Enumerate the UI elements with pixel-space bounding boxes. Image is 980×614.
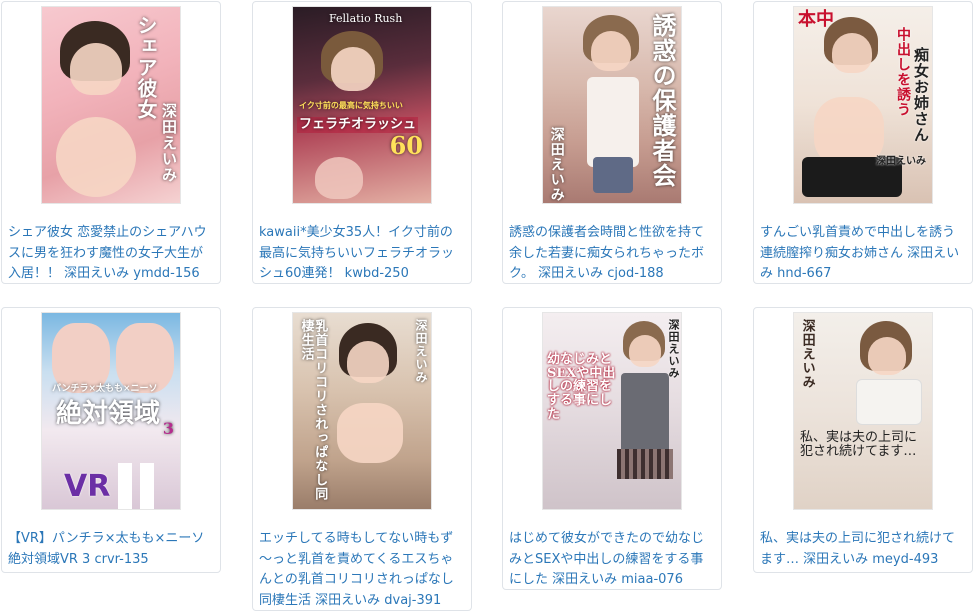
cover-image[interactable]: 幼なじみとSEXや中出しの練習をする事にした 深田えいみ	[542, 312, 682, 510]
cover-title: 誘惑の保護者会	[648, 13, 677, 188]
cover-title: 中出しを誘う	[895, 27, 911, 117]
video-card[interactable]: 誘惑の保護者会 深田えいみ 誘惑の保護者会時間と性欲を持て余した若妻に痴女られち…	[502, 1, 722, 284]
cover-subtitle: イク寸前の最高に気持ちいい	[299, 100, 403, 110]
cover-image[interactable]: 乳首コリコリされっぱなし同棲生活 深田えいみ	[292, 312, 432, 510]
cover-actress: 深田えいみ	[160, 103, 178, 183]
cover-title: 絶対領域	[56, 399, 161, 429]
video-card[interactable]: 本中 中出しを誘う 痴女お姉さん 深田えいみ すんごい乳首責めで中出しを誘う連続…	[753, 1, 973, 284]
cover-subtitle: 痴女お姉さん	[912, 47, 930, 143]
video-title-link[interactable]: はじめて彼女ができたので幼なじみとSEXや中出しの練習をする事にした 深田えいみ…	[509, 529, 715, 589]
cover-title: 私、実は夫の上司に犯され続けてます…	[800, 430, 918, 459]
video-card[interactable]: パンチラ×太もも×ニーソ 絶対領域 VR 3 【VR】パンチラ×太もも×ニーソ …	[1, 307, 221, 573]
cover-actress: 深田えいみ	[876, 156, 926, 167]
cover-image[interactable]: 本中 中出しを誘う 痴女お姉さん 深田えいみ	[793, 6, 933, 204]
cover-title: シェア彼女	[134, 15, 158, 120]
cover-actress: 深田えいみ	[548, 127, 565, 202]
cover-image[interactable]: パンチラ×太もも×ニーソ 絶対領域 VR 3	[41, 312, 181, 510]
video-title-link[interactable]: エッチしてる時もしてない時もず～っと乳首を責めてくるエスちゃんとの乳首コリコリさ…	[259, 529, 465, 610]
cover-volume: 3	[162, 419, 174, 438]
cover-brand: Fellatio Rush	[329, 12, 403, 25]
video-title-link[interactable]: すんごい乳首責めで中出しを誘う連続膣搾り痴女お姉さん 深田えいみ hnd-667	[760, 223, 966, 283]
cover-actress: 深田えいみ	[667, 319, 680, 379]
cover-actress: 深田えいみ	[799, 319, 815, 389]
cover-image[interactable]: Fellatio Rush イク寸前の最高に気持ちいい フェラチオラッシュ 60	[292, 6, 432, 204]
cover-image[interactable]: シェア彼女 深田えいみ	[41, 6, 181, 204]
video-title-link[interactable]: シェア彼女 恋愛禁止のシェアハウスに男を狂わす魔性の女子大生が入居！！ 深田えい…	[8, 223, 214, 283]
video-title-link[interactable]: kawaii*美少女35人！イク寸前の最高に気持ちいいフェラチオラッシュ60連発…	[259, 223, 465, 283]
vr-badge: VR	[64, 469, 111, 504]
cover-image[interactable]: 誘惑の保護者会 深田えいみ	[542, 6, 682, 204]
cover-count: 60	[389, 131, 423, 160]
cover-subtitle: パンチラ×太もも×ニーソ	[52, 384, 158, 394]
video-card[interactable]: 乳首コリコリされっぱなし同棲生活 深田えいみ エッチしてる時もしてない時もず～っ…	[252, 307, 472, 611]
video-card[interactable]: シェア彼女 深田えいみ シェア彼女 恋愛禁止のシェアハウスに男を狂わす魔性の女子…	[1, 1, 221, 284]
video-card[interactable]: 幼なじみとSEXや中出しの練習をする事にした 深田えいみ はじめて彼女ができたの…	[502, 307, 722, 590]
cover-actress: 深田えいみ	[414, 319, 428, 384]
cover-title: 乳首コリコリされっぱなし同棲生活	[298, 319, 328, 501]
video-card[interactable]: Fellatio Rush イク寸前の最高に気持ちいい フェラチオラッシュ 60…	[252, 1, 472, 284]
video-grid: シェア彼女 深田えいみ シェア彼女 恋愛禁止のシェアハウスに男を狂わす魔性の女子…	[0, 0, 980, 614]
video-title-link[interactable]: 誘惑の保護者会時間と性欲を持て余した若妻に痴女られちゃったボク。 深田えいみ c…	[509, 223, 715, 283]
video-title-link[interactable]: 【VR】パンチラ×太もも×ニーソ 絶対領域VR 3 crvr-135	[8, 529, 214, 570]
video-title-link[interactable]: 私、実は夫の上司に犯され続けてます… 深田えいみ meyd-493	[760, 529, 966, 570]
cover-image[interactable]: 深田えいみ 私、実は夫の上司に犯され続けてます…	[793, 312, 933, 510]
video-card[interactable]: 深田えいみ 私、実は夫の上司に犯され続けてます… 私、実は夫の上司に犯され続けて…	[753, 307, 973, 573]
cover-title: 幼なじみとSEXや中出しの練習をする事にした	[547, 352, 616, 422]
